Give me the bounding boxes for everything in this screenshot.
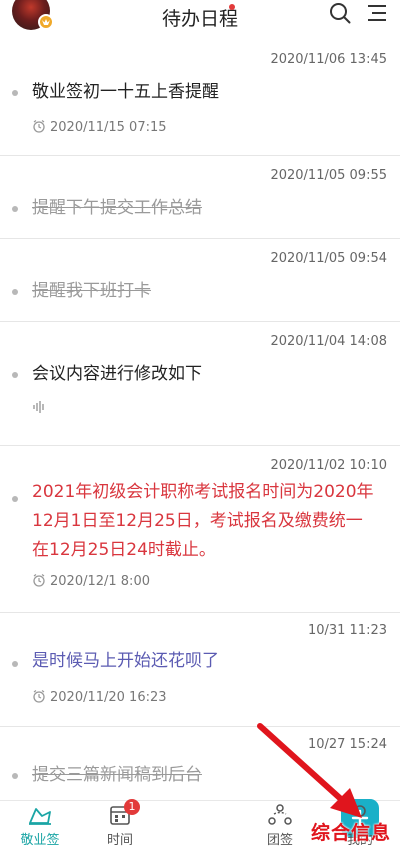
list-item[interactable]: 2020/11/02 10:10 2021年初级会计职称考试报名时间为2020年… bbox=[0, 446, 400, 613]
item-text: 提醒下午提交工作总结 bbox=[32, 198, 202, 218]
tab-time[interactable]: 1 时间 bbox=[80, 799, 160, 846]
item-reminder: 2020/11/20 16:23 bbox=[32, 689, 167, 705]
annotation-arrow-icon bbox=[257, 723, 362, 818]
alarm-clock-icon bbox=[33, 120, 45, 133]
item-bullet bbox=[12, 661, 18, 667]
list-item[interactable]: 2020/11/04 14:08 会议内容进行修改如下 bbox=[0, 322, 400, 446]
list-item[interactable]: 2020/11/05 09:55 提醒下午提交工作总结 bbox=[0, 156, 400, 239]
item-bullet bbox=[12, 206, 18, 212]
top-bar: 待办日程 bbox=[0, 0, 400, 40]
item-timestamp: 2020/11/04 14:08 bbox=[270, 334, 387, 349]
item-text-line: 12月1日至12月25日，考试报名及缴费统一 bbox=[32, 511, 363, 531]
item-timestamp: 2020/11/05 09:55 bbox=[270, 168, 387, 183]
item-text-line: 2021年初级会计职称考试报名时间为2020年 bbox=[32, 482, 374, 502]
tab-label: 团签 bbox=[266, 833, 293, 846]
list-item[interactable]: 10/31 11:23 是时候马上开始还花呗了 2020/11/20 16:23 bbox=[0, 613, 400, 727]
item-reminder: 2020/12/1 8:00 bbox=[32, 573, 150, 589]
item-timestamp: 2020/11/05 09:54 bbox=[270, 251, 387, 266]
item-bullet bbox=[12, 372, 18, 378]
tab-label: 敬业签 bbox=[20, 833, 60, 846]
item-bullet bbox=[12, 90, 18, 96]
item-bullet bbox=[12, 289, 18, 295]
reminder-time: 2020/11/15 07:15 bbox=[50, 120, 167, 135]
item-timestamp: 2020/11/06 13:45 bbox=[270, 52, 387, 67]
item-text: 会议内容进行修改如下 bbox=[32, 364, 202, 384]
item-bullet bbox=[12, 496, 18, 502]
voice-icon[interactable] bbox=[32, 400, 46, 414]
menu-icon[interactable] bbox=[366, 3, 388, 23]
notification-dot bbox=[229, 4, 235, 10]
alarm-clock-icon bbox=[33, 574, 45, 587]
search-icon[interactable] bbox=[329, 2, 351, 24]
item-text: 提醒我下班打卡 bbox=[32, 281, 151, 301]
item-text-line: 在12月25日24时截止。 bbox=[32, 540, 216, 560]
item-text: 是时候马上开始还花呗了 bbox=[32, 651, 219, 671]
item-timestamp: 2020/11/02 10:10 bbox=[270, 458, 387, 473]
tab-add[interactable] bbox=[160, 799, 379, 846]
list-item[interactable]: 2020/11/05 09:54 提醒我下班打卡 bbox=[0, 239, 400, 322]
reminder-time: 2020/12/1 8:00 bbox=[50, 574, 150, 589]
alarm-clock-icon bbox=[33, 690, 45, 703]
item-bullet bbox=[12, 773, 18, 779]
notification-badge: 1 bbox=[124, 799, 140, 815]
item-text: 2021年初级会计职称考试报名时间为2020年 12月1日至12月25日，考试报… bbox=[32, 478, 388, 565]
sign-icon bbox=[29, 808, 51, 825]
tab-sign[interactable]: 敬业签 bbox=[0, 801, 80, 846]
list-item[interactable]: 2020/11/06 13:45 敬业签初一十五上香提醒 2020/11/15 … bbox=[0, 40, 400, 156]
item-text: 敬业签初一十五上香提醒 bbox=[32, 82, 219, 102]
tab-label: 时间 bbox=[106, 833, 133, 846]
watermark-label: 综合信息 bbox=[311, 822, 392, 844]
item-timestamp: 10/31 11:23 bbox=[307, 623, 387, 638]
item-reminder: 2020/11/15 07:15 bbox=[32, 119, 167, 135]
reminder-time: 2020/11/20 16:23 bbox=[50, 690, 167, 705]
